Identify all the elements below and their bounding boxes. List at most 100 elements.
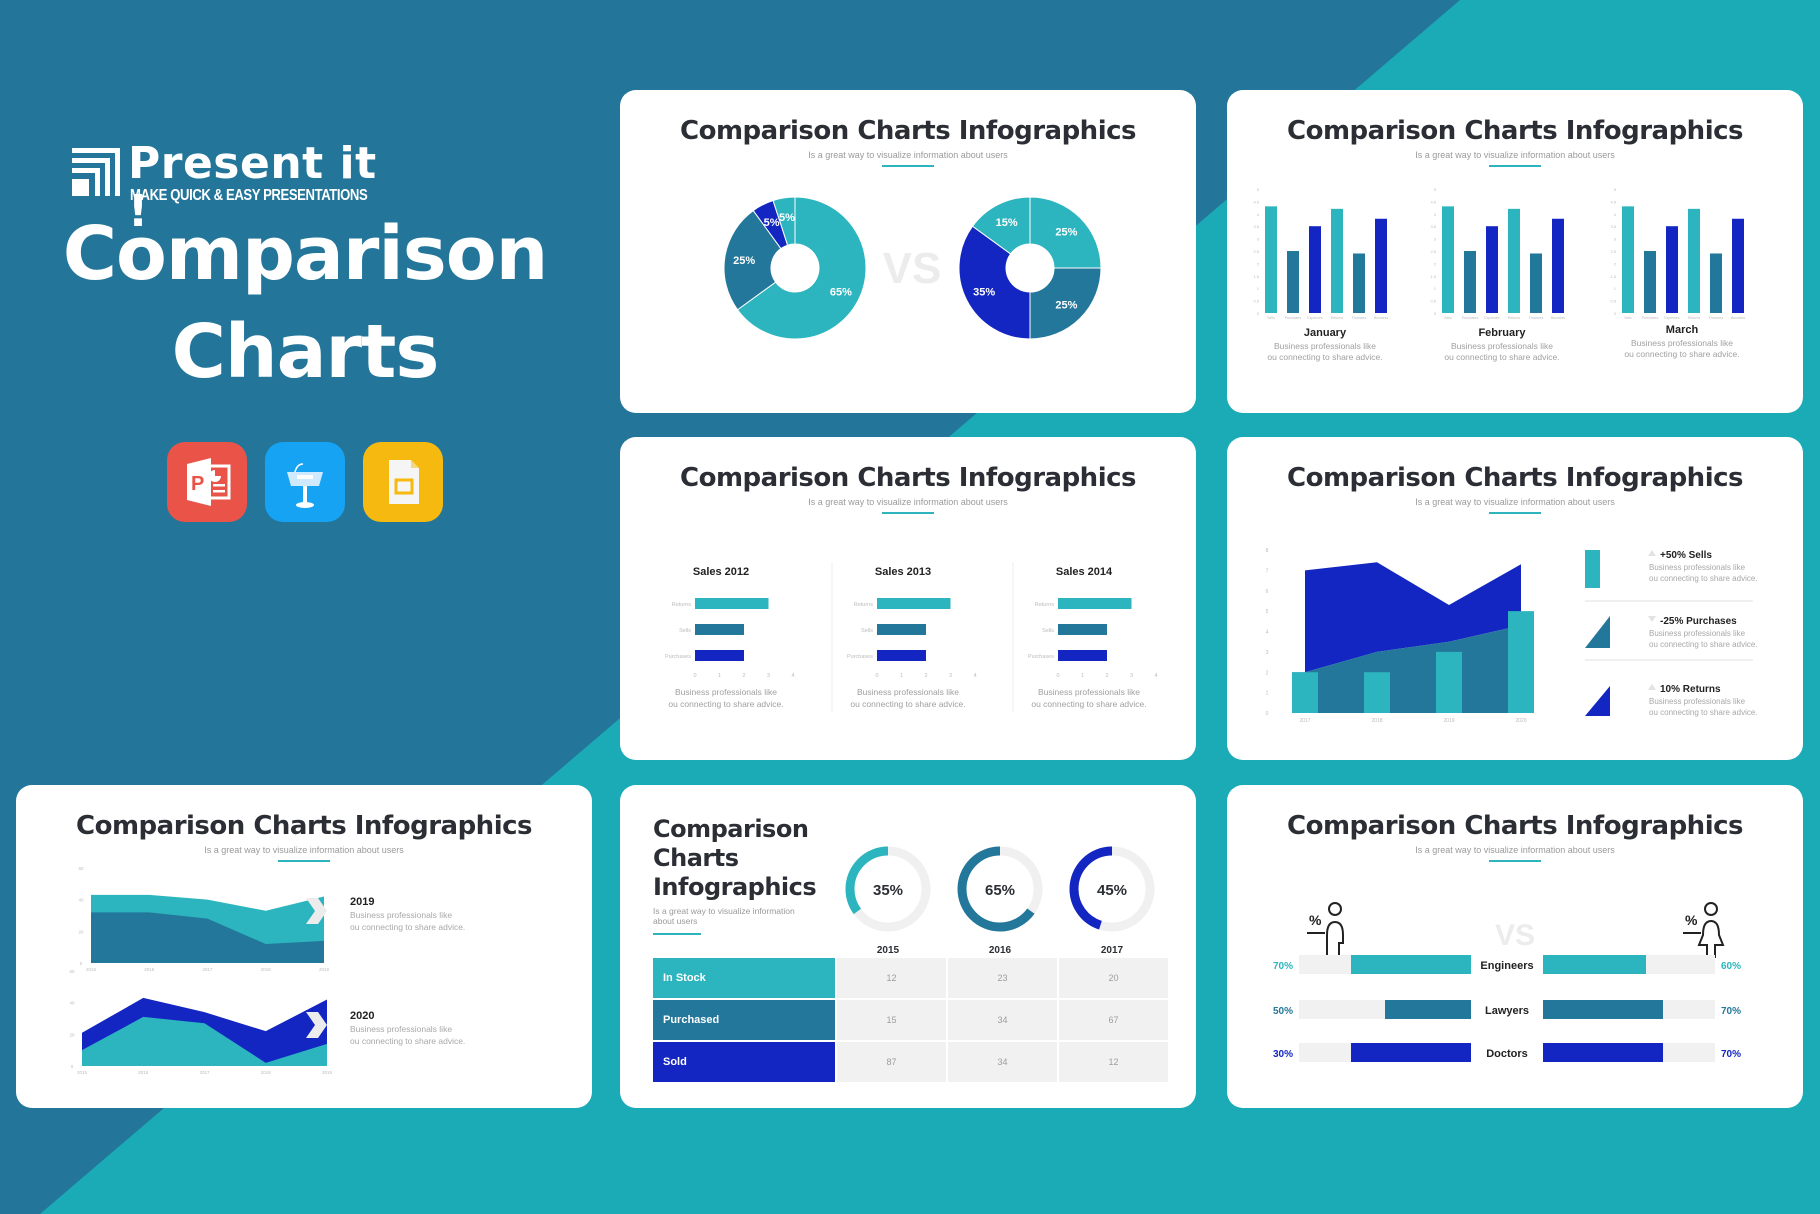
x-tick: Expenses [1307,316,1323,320]
x-tick: Returns [1688,316,1701,320]
x-tick: 2015 [77,1070,88,1075]
table-cell: 12 [837,958,946,998]
bar-men-doctors [1351,1043,1471,1062]
bar-purchases [1058,650,1107,661]
bar-returns [1331,208,1343,313]
bar-business [1552,218,1564,313]
table-cell: 12 [1059,1042,1168,1082]
panel-caption: ou connecting to share advice. [350,1036,465,1046]
table-row-label: In Stock [653,958,835,998]
bar-sells [1436,651,1462,713]
y-tick: 4 [1257,212,1260,217]
bar-men-lawyers [1385,1000,1471,1019]
trend-up-icon [1648,550,1656,556]
x-tick: Expenses [1664,316,1680,320]
y-tick: 3 [1434,237,1437,242]
legend-caption: Business professionals like [1649,697,1746,706]
panel-caption: ou connecting to share advice. [1624,349,1739,359]
hero-title: Comparison Charts [40,205,570,401]
bar-returns [1058,598,1132,609]
slide-profession-comparison[interactable]: Comparison Charts Infographics Is a grea… [1227,785,1803,1108]
y-tick: 1 [1614,286,1617,291]
x-tick: 2015 [86,967,97,972]
y-tick: 8 [1266,548,1269,554]
slide-monthly-bars[interactable]: Comparison Charts Infographics Is a grea… [1227,90,1803,413]
x-tick: 4 [791,673,794,679]
women-percent: 60% [1721,961,1741,972]
legend-label: +50% Sells [1660,550,1712,561]
trend-up-icon [1648,684,1656,690]
men-percent: 30% [1273,1049,1293,1060]
women-percent: 70% [1721,1049,1741,1060]
percent-glyph: % [1685,912,1698,928]
x-tick: Sells [1624,316,1632,320]
bar-business [1732,218,1744,313]
category-label: Doctors [1486,1048,1528,1060]
x-tick: 2019 [1443,718,1454,724]
slide-donut-comparison[interactable]: Comparison Charts Infographics Is a grea… [620,90,1196,413]
ring-year: 2016 [989,945,1012,956]
x-tick: 2017 [199,1070,210,1075]
donut-label: 5% [764,217,780,229]
x-tick: 1 [718,673,721,679]
y-tick: 3.5 [1253,224,1259,229]
bar-returns [877,598,951,609]
bar-sells [1508,611,1534,713]
google-slides-icon [363,442,443,522]
women-percent: 70% [1721,1006,1741,1017]
panel-label: February [1478,327,1526,339]
y-tick: 60 [78,866,84,871]
y-tick: 1 [1266,691,1269,697]
bar-sells [695,624,744,635]
body [1326,920,1344,958]
bar-sells [1442,206,1454,313]
y-tick: 5 [1614,187,1617,192]
donut-chart: 65% 25% 5% 5% 25% 25% 35% 15% VS [723,196,1102,340]
donut-label: 25% [733,255,755,267]
y-tick: 2 [1257,261,1260,266]
y-tick: 40 [69,1001,75,1006]
slide-area-bar-combo[interactable]: Comparison Charts Infographics Is a grea… [1227,437,1803,760]
donut-label: 25% [1055,227,1077,239]
legend-label: 10% Returns [1660,684,1721,695]
panel-caption: Business professionals like [675,687,777,697]
sales-bar-charts: Sales 2012 Returns Sells Purchases 0 1 2 3 4 Busi… [665,562,1158,712]
slide-rings-table[interactable]: Comparison Charts Infographics Is a grea… [620,785,1196,1108]
donut-label: 65% [830,286,852,298]
y-tick: 0 [1257,311,1260,316]
x-tick: Finances [1709,316,1723,320]
bar-women-engineers [1543,955,1646,974]
table-row-label: Purchased [653,1000,835,1040]
bar-sells [1622,206,1634,313]
y-tick: 4.5 [1253,199,1259,204]
bar-finances [1710,253,1722,313]
y-tick: 4.5 [1610,199,1616,204]
brand-tagline: MAKE QUICK & EASY PRESENTATIONS [130,187,368,204]
panel-caption: Business professionals like [1451,341,1553,351]
slide-yearly-areas[interactable]: Comparison Charts Infographics Is a grea… [16,785,592,1108]
ring-year: 2015 [877,945,900,956]
panel-label: 2019 [350,896,374,908]
ring-label: 45% [1097,882,1127,899]
y-tick: 2.5 [1430,249,1436,254]
slide-sales-horizontal-bars[interactable]: Comparison Charts Infographics Is a grea… [620,437,1196,760]
y-tick: 2.5 [1253,249,1259,254]
bar-sells [1292,672,1318,713]
donut-label: 5% [779,212,795,224]
table-cell: 23 [948,958,1057,998]
panel-caption: ou connecting to share advice. [1444,352,1559,362]
x-tick: Purchases [1642,316,1659,320]
y-tick: Returns [854,602,874,608]
x-tick: Finances [1529,316,1543,320]
x-tick: 2 [1105,673,1108,679]
bar-finances [1353,253,1365,313]
y-tick: 0.5 [1610,299,1616,304]
panel-caption: ou connecting to share advice. [668,699,783,709]
x-tick: 2019 [322,1070,333,1075]
panel-label: Sales 2014 [1056,566,1113,578]
y-tick: Returns [672,602,692,608]
x-tick: 2018 [1371,718,1382,724]
vs-label: VS [883,244,942,293]
y-tick: 5 [1266,609,1269,615]
x-tick: Sells [1444,316,1452,320]
